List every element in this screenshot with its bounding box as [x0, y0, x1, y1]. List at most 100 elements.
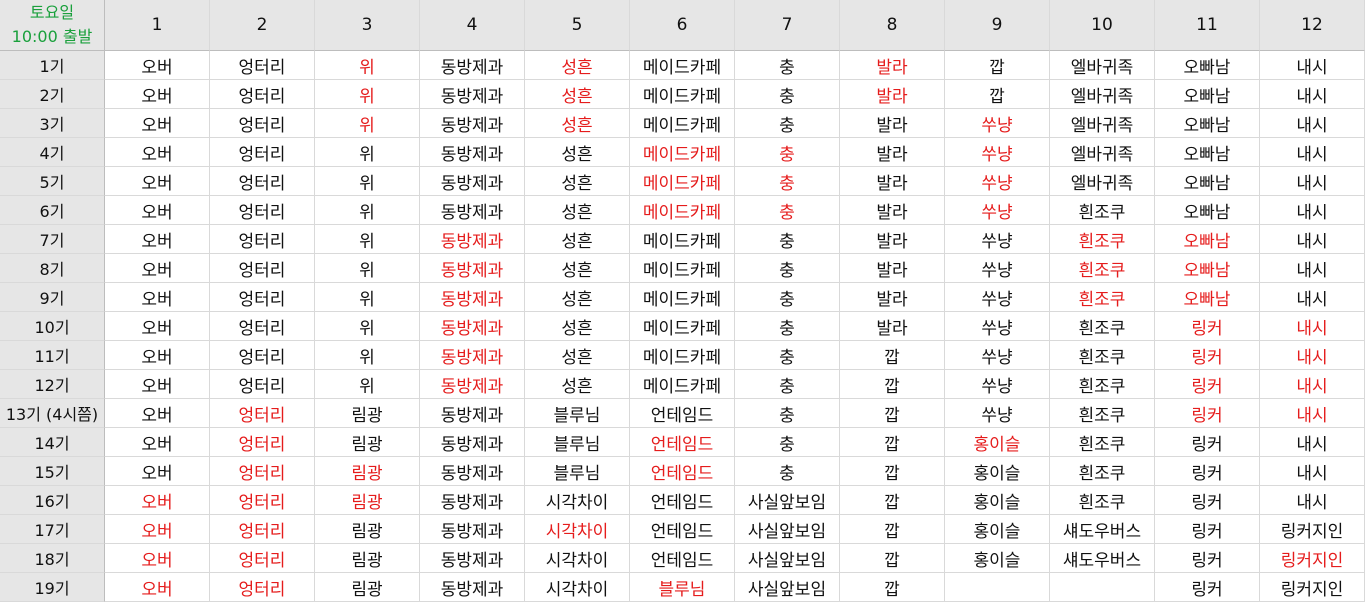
- grid-cell[interactable]: 시각차이: [525, 515, 630, 544]
- grid-cell[interactable]: 엉터리: [210, 341, 315, 370]
- grid-cell[interactable]: 충: [735, 457, 840, 486]
- grid-cell[interactable]: 메이드카페: [630, 283, 735, 312]
- grid-cell[interactable]: 메이드카페: [630, 109, 735, 138]
- grid-cell[interactable]: 위: [315, 341, 420, 370]
- row-header[interactable]: 9기: [0, 283, 105, 312]
- grid-cell[interactable]: 엉터리: [210, 254, 315, 283]
- grid-cell[interactable]: 성흔: [525, 283, 630, 312]
- row-header[interactable]: 6기: [0, 196, 105, 225]
- grid-cell[interactable]: 발라: [840, 283, 945, 312]
- grid-cell[interactable]: 오버: [105, 428, 210, 457]
- grid-cell[interactable]: 오빠남: [1155, 225, 1260, 254]
- grid-cell[interactable]: 위: [315, 196, 420, 225]
- grid-cell[interactable]: 위: [315, 254, 420, 283]
- row-header[interactable]: 7기: [0, 225, 105, 254]
- grid-cell[interactable]: 흰조쿠: [1050, 370, 1155, 399]
- grid-cell[interactable]: 홍이슬: [945, 428, 1050, 457]
- grid-cell[interactable]: 깝: [840, 544, 945, 573]
- grid-cell[interactable]: 흰조쿠: [1050, 399, 1155, 428]
- grid-cell[interactable]: 흰조쿠: [1050, 196, 1155, 225]
- grid-cell[interactable]: 언테임드: [630, 515, 735, 544]
- grid-cell[interactable]: 쑤냥: [945, 341, 1050, 370]
- column-header-10[interactable]: 10: [1050, 0, 1155, 51]
- grid-cell[interactable]: 엉터리: [210, 573, 315, 602]
- grid-cell[interactable]: 엘바귀족: [1050, 51, 1155, 80]
- grid-cell[interactable]: 홍이슬: [945, 486, 1050, 515]
- column-header-6[interactable]: 6: [630, 0, 735, 51]
- grid-cell[interactable]: 동방제과: [420, 254, 525, 283]
- grid-cell[interactable]: 오버: [105, 196, 210, 225]
- grid-cell[interactable]: 쑤냥: [945, 196, 1050, 225]
- grid-cell[interactable]: 위: [315, 167, 420, 196]
- grid-cell[interactable]: 성흔: [525, 109, 630, 138]
- grid-cell[interactable]: 오버: [105, 51, 210, 80]
- grid-cell[interactable]: 위: [315, 80, 420, 109]
- grid-cell[interactable]: 오버: [105, 457, 210, 486]
- grid-cell[interactable]: 메이드카페: [630, 80, 735, 109]
- grid-cell[interactable]: 홍이슬: [945, 457, 1050, 486]
- grid-cell[interactable]: 충: [735, 399, 840, 428]
- grid-cell[interactable]: 오빠남: [1155, 138, 1260, 167]
- grid-cell[interactable]: 엉터리: [210, 370, 315, 399]
- grid-cell[interactable]: 내시: [1260, 167, 1365, 196]
- grid-cell[interactable]: 발라: [840, 80, 945, 109]
- grid-cell[interactable]: 깝: [840, 486, 945, 515]
- column-header-5[interactable]: 5: [525, 0, 630, 51]
- grid-cell[interactable]: 동방제과: [420, 80, 525, 109]
- grid-cell[interactable]: 메이드카페: [630, 370, 735, 399]
- grid-cell[interactable]: 동방제과: [420, 341, 525, 370]
- column-header-11[interactable]: 11: [1155, 0, 1260, 51]
- grid-cell[interactable]: 쑤냥: [945, 254, 1050, 283]
- grid-cell[interactable]: 시각차이: [525, 544, 630, 573]
- grid-cell[interactable]: 발라: [840, 167, 945, 196]
- column-header-1[interactable]: 1: [105, 0, 210, 51]
- row-header[interactable]: 4기: [0, 138, 105, 167]
- grid-cell[interactable]: 오버: [105, 544, 210, 573]
- grid-cell[interactable]: 내시: [1260, 428, 1365, 457]
- grid-cell[interactable]: 발라: [840, 138, 945, 167]
- grid-cell[interactable]: 충: [735, 283, 840, 312]
- row-header[interactable]: 16기: [0, 486, 105, 515]
- grid-cell[interactable]: 내시: [1260, 283, 1365, 312]
- grid-cell[interactable]: 엉터리: [210, 428, 315, 457]
- grid-cell[interactable]: 오버: [105, 312, 210, 341]
- grid-cell[interactable]: 내시: [1260, 80, 1365, 109]
- grid-cell[interactable]: 성흔: [525, 138, 630, 167]
- row-header[interactable]: 17기: [0, 515, 105, 544]
- grid-cell[interactable]: 충: [735, 80, 840, 109]
- grid-cell[interactable]: 오버: [105, 370, 210, 399]
- grid-cell[interactable]: 언테임드: [630, 428, 735, 457]
- grid-cell[interactable]: 깝: [840, 399, 945, 428]
- grid-cell[interactable]: 링커: [1155, 399, 1260, 428]
- grid-cell[interactable]: 엉터리: [210, 167, 315, 196]
- grid-cell[interactable]: 메이드카페: [630, 341, 735, 370]
- grid-cell[interactable]: 충: [735, 109, 840, 138]
- grid-cell[interactable]: 메이드카페: [630, 312, 735, 341]
- grid-cell[interactable]: 림광: [315, 457, 420, 486]
- grid-cell[interactable]: 성흔: [525, 370, 630, 399]
- grid-cell[interactable]: 동방제과: [420, 370, 525, 399]
- grid-cell[interactable]: 오버: [105, 341, 210, 370]
- grid-cell[interactable]: 동방제과: [420, 196, 525, 225]
- grid-cell[interactable]: 림광: [315, 486, 420, 515]
- grid-cell[interactable]: 쑤냥: [945, 225, 1050, 254]
- grid-cell[interactable]: 깝: [840, 457, 945, 486]
- row-header[interactable]: 2기: [0, 80, 105, 109]
- grid-cell[interactable]: 홍이슬: [945, 544, 1050, 573]
- grid-cell[interactable]: 흰조쿠: [1050, 341, 1155, 370]
- grid-cell[interactable]: 쑤냥: [945, 283, 1050, 312]
- grid-cell[interactable]: 내시: [1260, 457, 1365, 486]
- grid-cell[interactable]: 동방제과: [420, 283, 525, 312]
- grid-cell[interactable]: 동방제과: [420, 486, 525, 515]
- grid-cell[interactable]: 발라: [840, 51, 945, 80]
- corner-header[interactable]: 토요일 10:00 출발: [0, 0, 105, 51]
- grid-cell[interactable]: 오버: [105, 283, 210, 312]
- row-header[interactable]: 8기: [0, 254, 105, 283]
- grid-cell[interactable]: 오빠남: [1155, 167, 1260, 196]
- grid-cell[interactable]: 내시: [1260, 109, 1365, 138]
- grid-cell[interactable]: 림광: [315, 399, 420, 428]
- column-header-9[interactable]: 9: [945, 0, 1050, 51]
- grid-cell[interactable]: 링커: [1155, 370, 1260, 399]
- grid-cell[interactable]: 메이드카페: [630, 138, 735, 167]
- grid-cell[interactable]: 동방제과: [420, 457, 525, 486]
